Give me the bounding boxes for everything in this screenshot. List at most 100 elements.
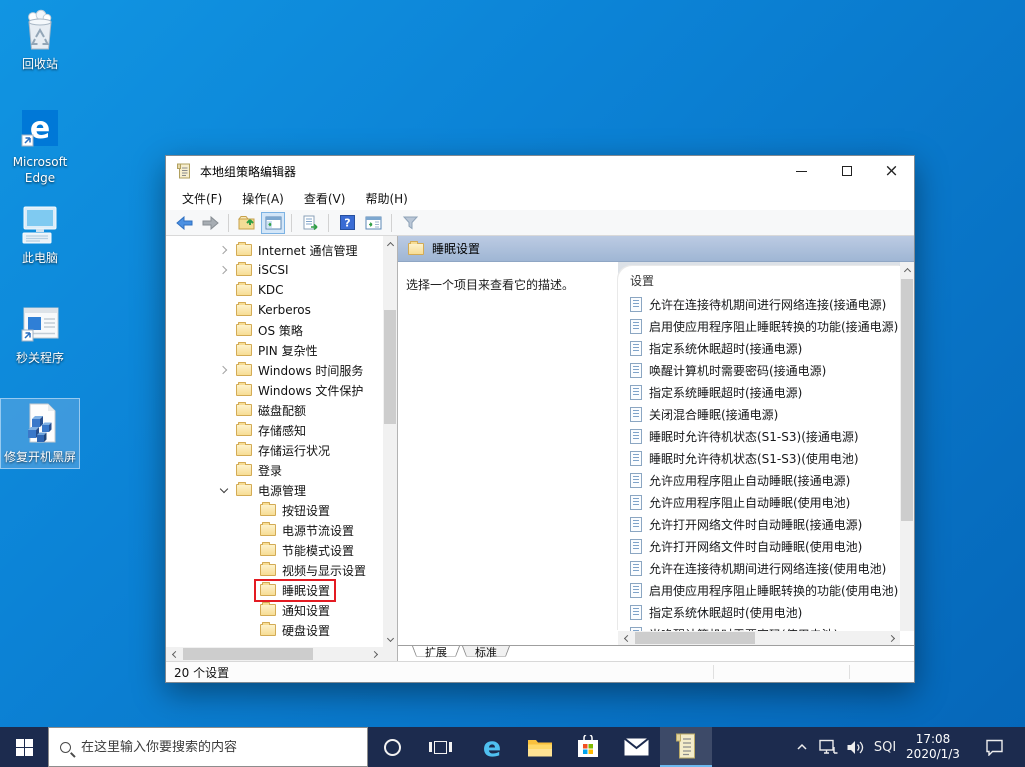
maximize-button[interactable] <box>824 156 869 186</box>
setting-item[interactable]: 允许在连接待机期间进行网络连接(接通电源) <box>618 293 900 315</box>
menu-action[interactable]: 操作(A) <box>234 187 292 210</box>
tree-item[interactable]: 硬盘设置 <box>166 620 383 640</box>
setting-item[interactable]: 指定系统休眠超时(接通电源) <box>618 337 900 359</box>
tree-item[interactable]: 电源节流设置 <box>166 520 383 540</box>
taskbar-app-mail[interactable] <box>612 727 660 767</box>
desktop-icon-recycle-bin[interactable]: 回收站 <box>0 6 80 72</box>
setting-item[interactable]: 允许在连接待机期间进行网络连接(使用电池) <box>618 557 900 579</box>
search-input[interactable] <box>81 740 356 755</box>
setting-item[interactable]: 睡眠时允许待机状态(S1-S3)(使用电池) <box>618 447 900 469</box>
start-button[interactable] <box>0 727 48 767</box>
task-view-button[interactable] <box>416 727 464 767</box>
setting-item[interactable]: 指定系统睡眠超时(接通电源) <box>618 381 900 403</box>
forward-button[interactable] <box>198 212 222 234</box>
help-button[interactable]: ? <box>335 212 359 234</box>
menu-file[interactable]: 文件(F) <box>174 187 230 210</box>
scroll-right-arrow[interactable] <box>884 631 900 645</box>
tree-item[interactable]: Internet 通信管理 <box>166 240 383 260</box>
close-button[interactable]: × <box>869 156 914 186</box>
cortana-button[interactable] <box>368 727 416 767</box>
desktop-icon-microsoft-edge[interactable]: e Microsoft Edge <box>0 104 80 186</box>
tree-item[interactable]: 磁盘配额 <box>166 400 383 420</box>
scroll-left-arrow[interactable] <box>618 631 634 645</box>
export-list-button[interactable] <box>298 212 322 234</box>
tree-item[interactable]: PIN 复杂性 <box>166 340 383 360</box>
panel-header-band: 睡眠设置 <box>398 236 914 262</box>
taskbar-app-gpedit[interactable] <box>660 727 712 767</box>
scroll-down-arrow[interactable] <box>383 631 397 647</box>
tree-item[interactable]: Windows 文件保护 <box>166 380 383 400</box>
scrollbar-thumb[interactable] <box>635 632 755 644</box>
setting-item[interactable]: 允许打开网络文件时自动睡眠(接通电源) <box>618 513 900 535</box>
list-vertical-scrollbar[interactable] <box>900 262 914 631</box>
tree-item[interactable]: iSCSI <box>166 260 383 280</box>
minimize-button[interactable] <box>779 156 824 186</box>
tab-standard[interactable]: 标准 <box>462 646 510 661</box>
desktop-icon-miaoguan[interactable]: 秒关程序 <box>0 300 80 366</box>
tray-show-hidden-icons[interactable] <box>790 727 814 767</box>
scrollbar-thumb[interactable] <box>901 279 913 521</box>
taskbar-search[interactable] <box>48 727 368 767</box>
scroll-up-arrow[interactable] <box>900 262 914 278</box>
setting-item[interactable]: 允许应用程序阻止自动睡眠(接通电源) <box>618 469 900 491</box>
tree-item[interactable]: 存储感知 <box>166 420 383 440</box>
up-one-level-button[interactable] <box>235 212 259 234</box>
setting-item[interactable]: 唤醒计算机时需要密码(接通电源) <box>618 359 900 381</box>
scroll-up-arrow[interactable] <box>383 236 397 252</box>
menu-help[interactable]: 帮助(H) <box>357 187 415 210</box>
setting-item[interactable]: 启用使应用程序阻止睡眠转换的功能(使用电池) <box>618 579 900 601</box>
titlebar[interactable]: 本地组策略编辑器 × <box>166 156 914 186</box>
list-horizontal-scrollbar[interactable] <box>618 631 900 645</box>
tree-item[interactable]: 登录 <box>166 460 383 480</box>
tree-item[interactable]: 电源管理 <box>166 480 383 500</box>
chevron-collapsed-icon[interactable] <box>216 262 232 278</box>
tab-extended[interactable]: 扩展 <box>412 646 460 661</box>
tray-clock[interactable]: 17:08 2020/1/3 <box>902 727 964 767</box>
scrollbar-thumb[interactable] <box>183 648 313 660</box>
tree-item[interactable]: OS 策略 <box>166 320 383 340</box>
tree-item[interactable]: 存储运行状况 <box>166 440 383 460</box>
tray-volume-button[interactable] <box>842 727 868 767</box>
scroll-left-arrow[interactable] <box>166 647 182 661</box>
taskbar-app-file-explorer[interactable] <box>516 727 564 767</box>
chevron-expanded-icon[interactable] <box>216 482 232 498</box>
tree-item[interactable]: KDC <box>166 280 383 300</box>
tree-item[interactable]: 视频与显示设置 <box>166 560 383 580</box>
setting-item[interactable]: 睡眠时允许待机状态(S1-S3)(接通电源) <box>618 425 900 447</box>
tree-item-label: 视频与显示设置 <box>282 562 366 579</box>
folder-icon <box>236 284 252 296</box>
setting-item[interactable]: 启用使应用程序阻止睡眠转换的功能(接通电源) <box>618 315 900 337</box>
setting-item[interactable]: 指定系统休眠超时(使用电池) <box>618 601 900 623</box>
tray-network-button[interactable] <box>814 727 842 767</box>
filter-button[interactable] <box>398 212 422 234</box>
show-window-button[interactable] <box>361 212 385 234</box>
chevron-placeholder <box>240 502 256 518</box>
setting-item[interactable]: 允许应用程序阻止自动睡眠(使用电池) <box>618 491 900 513</box>
tree-item[interactable]: 通知设置 <box>166 600 383 620</box>
back-button[interactable] <box>172 212 196 234</box>
tree-vertical-scrollbar[interactable] <box>383 236 397 647</box>
tree-item[interactable]: Windows 时间服务 <box>166 360 383 380</box>
action-center-button[interactable] <box>970 727 1018 767</box>
taskbar-app-edge[interactable]: e <box>468 727 516 767</box>
menu-view[interactable]: 查看(V) <box>296 187 354 210</box>
chevron-placeholder <box>216 342 232 358</box>
taskbar-app-store[interactable] <box>564 727 612 767</box>
show-console-tree-button[interactable] <box>261 212 285 234</box>
scrollbar-thumb[interactable] <box>384 310 396 424</box>
tree-item[interactable]: Kerberos <box>166 300 383 320</box>
scroll-right-arrow[interactable] <box>367 647 383 661</box>
setting-item[interactable]: 允许打开网络文件时自动睡眠(使用电池) <box>618 535 900 557</box>
chevron-collapsed-icon[interactable] <box>216 362 232 378</box>
chevron-collapsed-icon[interactable] <box>216 242 232 258</box>
desktop-icon-this-pc[interactable]: 此电脑 <box>0 200 80 266</box>
tray-ime-indicator[interactable]: SQI <box>868 727 902 767</box>
setting-item[interactable]: 关闭混合睡眠(接通电源) <box>618 403 900 425</box>
settings-column-header[interactable]: 设置 <box>618 266 900 293</box>
setting-item[interactable]: 当唤醒计算机时需要密码(使用电池) <box>618 623 900 631</box>
tree-item[interactable]: 按钮设置 <box>166 500 383 520</box>
tree-item[interactable]: 睡眠设置 <box>166 580 383 600</box>
tree-item[interactable]: 节能模式设置 <box>166 540 383 560</box>
desktop-icon-xiufu-heiping[interactable]: 修复开机黑屏 <box>0 398 80 469</box>
tree-horizontal-scrollbar[interactable] <box>166 647 383 661</box>
